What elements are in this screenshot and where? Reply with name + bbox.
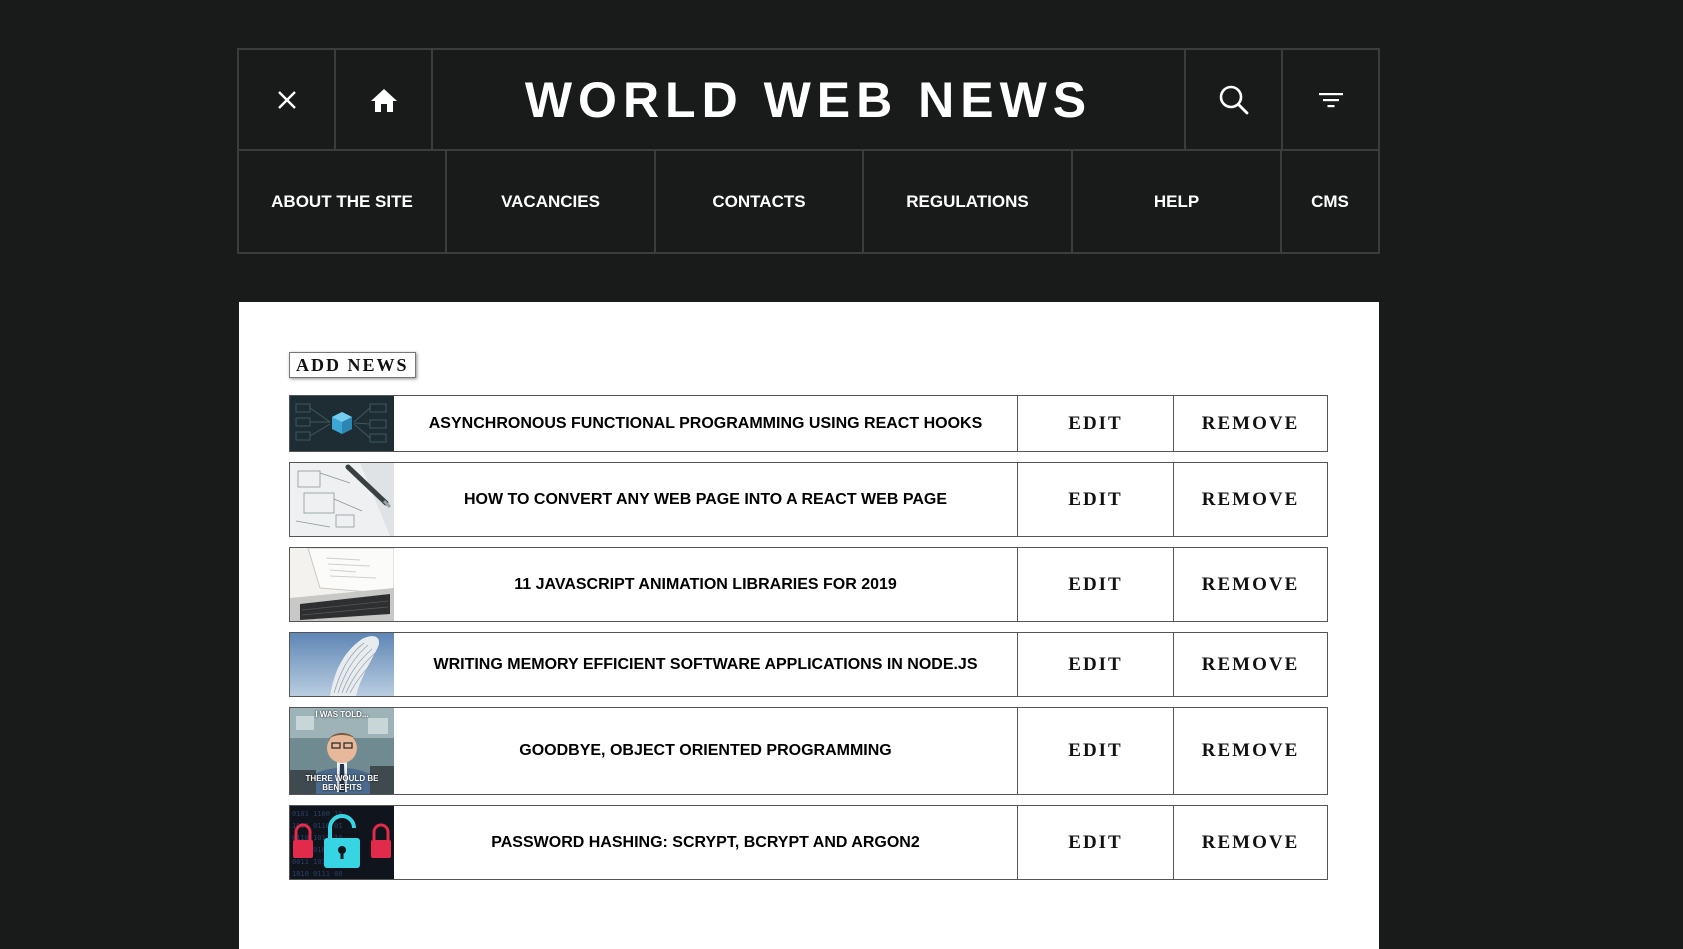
header-bar: WORLD WEB NEWS [239, 50, 1378, 151]
nav-item-cms[interactable]: CMS [1282, 151, 1378, 252]
content-panel: ADD NEWS ASYNCHRONOUS FUNCTIONAL PROGRAM… [239, 302, 1379, 949]
svg-text:1010 0111 00: 1010 0111 00 [292, 870, 343, 878]
news-title: HOW TO CONVERT ANY WEB PAGE INTO A REACT… [394, 463, 1018, 536]
news-thumbnail [290, 548, 394, 621]
close-button[interactable] [239, 50, 336, 149]
news-thumbnail [290, 396, 394, 451]
news-row: ASYNCHRONOUS FUNCTIONAL PROGRAMMING USIN… [289, 395, 1328, 452]
remove-button[interactable]: REMOVE [1174, 548, 1327, 621]
nav-item-contacts[interactable]: CONTACTS [656, 151, 864, 252]
filter-button[interactable] [1281, 50, 1378, 149]
nav-item-help[interactable]: HELP [1073, 151, 1282, 252]
news-title: WRITING MEMORY EFFICIENT SOFTWARE APPLIC… [394, 633, 1018, 696]
news-row: I WAS TOLD... THERE WOULD BE BENEFITS GO… [289, 707, 1328, 795]
news-thumbnail: 0101 1100 10 1001 0110 01 0110 1011 10 1… [290, 806, 394, 879]
site-header: WORLD WEB NEWS ABOUT THE SITE VACANCIES … [237, 48, 1380, 254]
home-button[interactable] [336, 50, 433, 149]
site-title: WORLD WEB NEWS [524, 71, 1093, 128]
news-title: ASYNCHRONOUS FUNCTIONAL PROGRAMMING USIN… [394, 396, 1018, 451]
edit-button[interactable]: EDIT [1018, 463, 1174, 536]
remove-button[interactable]: REMOVE [1174, 633, 1327, 696]
news-row: 11 JAVASCRIPT ANIMATION LIBRARIES FOR 20… [289, 547, 1328, 622]
news-row: HOW TO CONVERT ANY WEB PAGE INTO A REACT… [289, 462, 1328, 537]
filter-icon [1318, 92, 1343, 107]
nav-item-about[interactable]: ABOUT THE SITE [239, 151, 447, 252]
edit-button[interactable]: EDIT [1018, 633, 1174, 696]
news-thumbnail [290, 633, 394, 696]
add-news-button[interactable]: ADD NEWS [289, 352, 416, 378]
edit-button[interactable]: EDIT [1018, 396, 1174, 451]
news-row: WRITING MEMORY EFFICIENT SOFTWARE APPLIC… [289, 632, 1328, 697]
home-icon [370, 88, 397, 112]
remove-button[interactable]: REMOVE [1174, 806, 1327, 879]
search-button[interactable] [1184, 50, 1281, 149]
remove-button[interactable]: REMOVE [1174, 396, 1327, 451]
close-icon [277, 90, 296, 109]
news-thumbnail: I WAS TOLD... THERE WOULD BE BENEFITS [290, 708, 394, 794]
news-title: GOODBYE, OBJECT ORIENTED PROGRAMMING [394, 708, 1018, 794]
news-title: PASSWORD HASHING: SCRYPT, BCRYPT AND ARG… [394, 806, 1018, 879]
search-icon [1219, 85, 1248, 114]
news-row: 0101 1100 10 1001 0110 01 0110 1011 10 1… [289, 805, 1328, 880]
edit-button[interactable]: EDIT [1018, 806, 1174, 879]
meme-caption-bottom: THERE WOULD BE BENEFITS [305, 774, 379, 792]
remove-button[interactable]: REMOVE [1174, 463, 1327, 536]
edit-button[interactable]: EDIT [1018, 708, 1174, 794]
main-nav: ABOUT THE SITE VACANCIES CONTACTS REGULA… [239, 151, 1378, 252]
news-thumbnail [290, 463, 394, 536]
meme-caption-top: I WAS TOLD... [315, 710, 369, 719]
remove-button[interactable]: REMOVE [1174, 708, 1327, 794]
nav-item-regulations[interactable]: REGULATIONS [864, 151, 1073, 252]
nav-item-vacancies[interactable]: VACANCIES [447, 151, 656, 252]
news-title: 11 JAVASCRIPT ANIMATION LIBRARIES FOR 20… [394, 548, 1018, 621]
edit-button[interactable]: EDIT [1018, 548, 1174, 621]
